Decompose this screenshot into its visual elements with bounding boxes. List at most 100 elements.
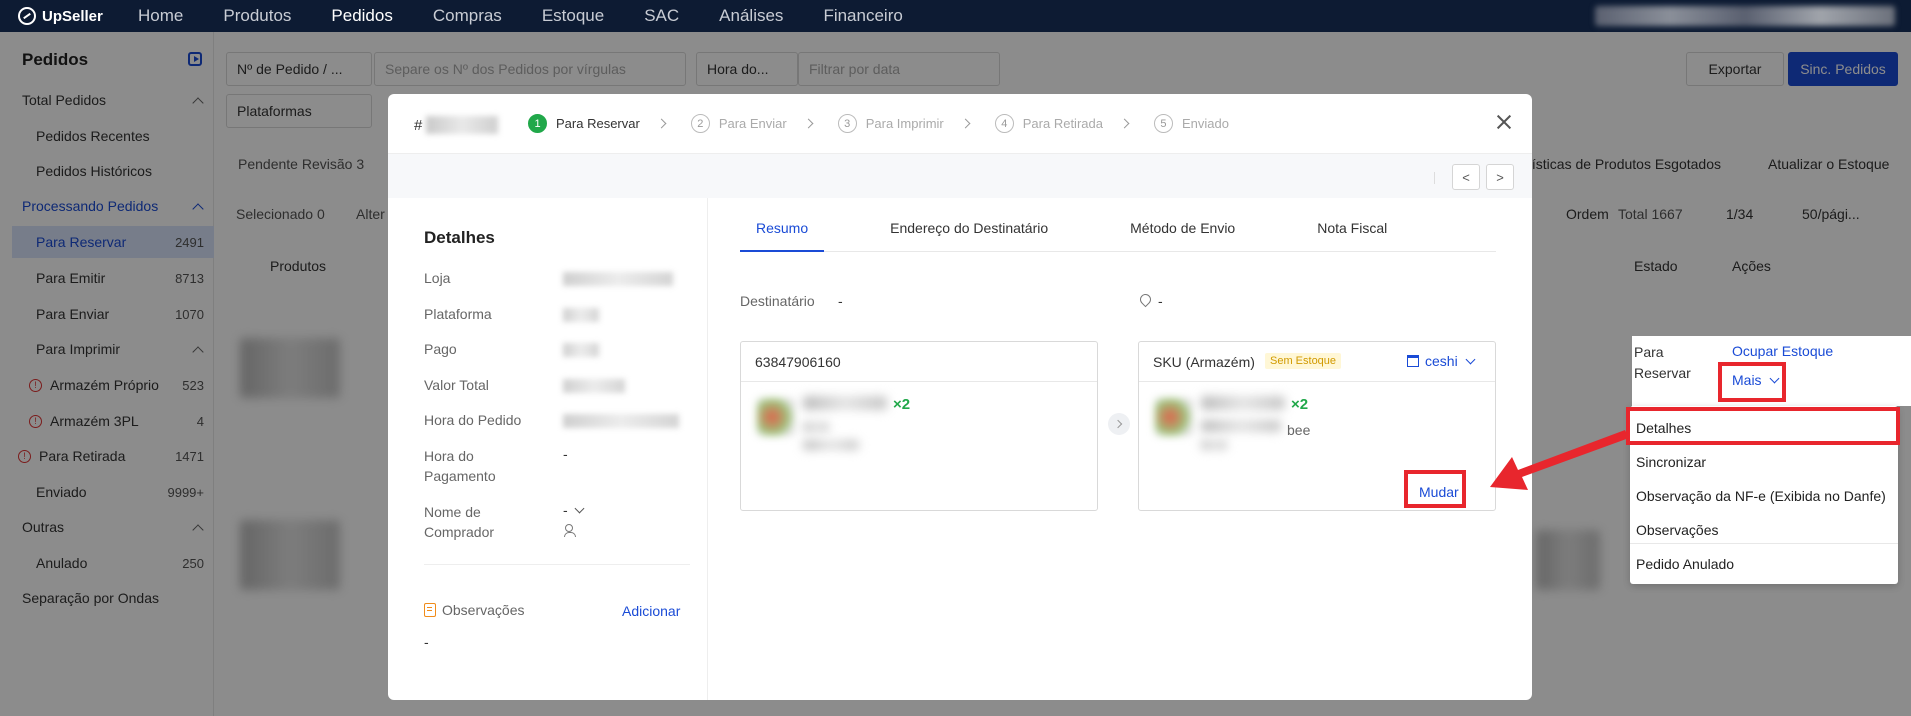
top-nav: UpSeller Home Produtos Pedidos Compras E… xyxy=(0,0,1911,32)
order-time-blurred xyxy=(563,414,679,428)
warehouse-icon xyxy=(1407,355,1419,367)
platform-value-blurred xyxy=(563,308,599,322)
tab-nota-fiscal[interactable]: Nota Fiscal xyxy=(1301,220,1403,252)
step-number: 2 xyxy=(690,114,710,133)
nav-produtos[interactable]: Produtos xyxy=(223,6,291,26)
buyer-name-label: Nome de Comprador xyxy=(424,504,495,540)
location-icon xyxy=(1137,291,1154,308)
nav-analises[interactable]: Análises xyxy=(719,6,783,26)
store-value-blurred xyxy=(563,272,673,286)
step-para-enviar: 2 Para Enviar xyxy=(690,114,787,133)
sku-variant-blurred xyxy=(1201,440,1227,450)
notes-text: Observações xyxy=(442,602,525,618)
nav-home[interactable]: Home xyxy=(138,6,183,26)
menu-divider xyxy=(1630,543,1898,544)
chevron-down-icon xyxy=(1465,354,1476,364)
highlight-change-button xyxy=(1404,470,1466,508)
chevron-right-icon xyxy=(656,118,667,129)
step-para-imprimir: 3 Para Imprimir xyxy=(837,114,944,133)
step-label: Para Reservar xyxy=(556,116,640,131)
step-para-reservar: 1 Para Reservar xyxy=(528,114,640,133)
account-area-blurred[interactable] xyxy=(1595,6,1895,26)
step-number: 5 xyxy=(1153,114,1173,133)
menu-item-sincronizar[interactable]: Sincronizar xyxy=(1636,454,1706,470)
tab-endereco[interactable]: Endereço do Destinatário xyxy=(874,220,1064,252)
tab-metodo-envio[interactable]: Método de Envio xyxy=(1114,220,1251,252)
close-icon[interactable] xyxy=(1496,114,1512,130)
modal-pager-bar xyxy=(388,154,1532,198)
notes-label: Observações xyxy=(424,602,524,618)
total-value-blurred xyxy=(563,379,625,393)
menu-item-obs-nfe[interactable]: Observação da NF-e (Exibida no Danfe) xyxy=(1636,488,1886,504)
menu-item-pedido-anulado[interactable]: Pedido Anulado xyxy=(1636,556,1734,572)
platform-item-id: 63847906160 xyxy=(741,342,1097,382)
step-number: 4 xyxy=(994,114,1014,133)
nav-pedidos[interactable]: Pedidos xyxy=(331,6,392,26)
product-variant-blurred xyxy=(803,422,829,432)
brand-name: UpSeller xyxy=(42,7,103,25)
warehouse-select[interactable]: ceshi xyxy=(1407,353,1476,369)
step-number: 1 xyxy=(528,114,547,133)
arrow-right-icon xyxy=(1108,413,1130,435)
details-pane: Detalhes Loja Plataforma Pago Valor Tota… xyxy=(388,198,708,700)
location-value: - xyxy=(1158,293,1163,309)
product-sku-blurred xyxy=(803,440,859,450)
note-icon xyxy=(424,603,436,617)
sku-code-blurred xyxy=(1201,420,1281,432)
order-time-label: Hora do Pedido xyxy=(424,412,522,428)
store-label: Loja xyxy=(424,270,451,286)
pager-divider xyxy=(1434,172,1435,184)
chevron-right-icon xyxy=(1119,118,1130,129)
notes-value: - xyxy=(424,634,429,650)
step-label: Enviado xyxy=(1181,116,1229,131)
next-order-button[interactable]: > xyxy=(1486,164,1514,190)
state-value: Para Reservar xyxy=(1634,344,1691,381)
modal-header: # 1 Para Reservar 2 Para Enviar 3 Para Impr… xyxy=(388,94,1532,154)
order-number-blurred xyxy=(426,116,499,134)
sku-image-blurred xyxy=(1155,398,1193,436)
logo-icon xyxy=(18,7,36,25)
payment-time-value: - xyxy=(563,446,568,462)
buyer-value: - xyxy=(563,502,568,518)
product-image-blurred xyxy=(757,398,795,436)
order-number: # xyxy=(414,116,499,134)
paid-label: Pago xyxy=(424,341,457,357)
prev-order-button[interactable]: < xyxy=(1452,164,1480,190)
nav-estoque[interactable]: Estoque xyxy=(542,6,604,26)
chevron-right-icon xyxy=(803,118,814,129)
step-enviado: 5 Enviado xyxy=(1153,114,1229,133)
step-label: Para Retirada xyxy=(1022,116,1103,131)
details-title: Detalhes xyxy=(424,228,495,247)
step-number: 3 xyxy=(837,114,857,133)
order-details-modal: # 1 Para Reservar 2 Para Enviar 3 Para Impr… xyxy=(388,94,1532,700)
warehouse-sku-title: SKU (Armazém) xyxy=(1153,353,1255,370)
platform-item-qty: ×2 xyxy=(893,396,911,413)
out-of-stock-badge: Sem Estoque xyxy=(1265,353,1342,369)
highlight-more-button xyxy=(1718,362,1786,402)
chevron-down-icon xyxy=(574,503,585,513)
add-note-link[interactable]: Adicionar xyxy=(622,603,680,619)
recipient-value: - xyxy=(838,293,843,309)
recipient-label: Destinatário xyxy=(740,293,815,309)
nav-compras[interactable]: Compras xyxy=(433,6,502,26)
chevron-right-icon xyxy=(960,118,971,129)
sku-name-blurred xyxy=(1201,396,1285,410)
occupy-stock-link[interactable]: Ocupar Estoque xyxy=(1732,343,1833,359)
state-cell: Para Reservar xyxy=(1632,336,1722,410)
details-divider xyxy=(424,564,690,565)
menu-item-observacoes[interactable]: Observações xyxy=(1636,522,1718,538)
tab-resumo[interactable]: Resumo xyxy=(740,220,825,252)
platform-label: Plataforma xyxy=(424,306,492,322)
total-value-label: Valor Total xyxy=(424,377,489,393)
nav-financeiro[interactable]: Financeiro xyxy=(823,6,902,26)
buyer-name-value[interactable]: - xyxy=(563,502,585,518)
brand-logo[interactable]: UpSeller xyxy=(18,7,138,25)
user-edit-icon[interactable] xyxy=(564,524,576,538)
warehouse-sku-qty: ×2 xyxy=(1291,396,1309,413)
warehouse-name: ceshi xyxy=(1425,353,1458,369)
step-para-retirada: 4 Para Retirada xyxy=(994,114,1103,133)
platform-item-box: 63847906160 ×2 xyxy=(740,341,1098,511)
paid-value-blurred xyxy=(563,343,599,357)
order-number-prefix: # xyxy=(414,116,423,134)
nav-sac[interactable]: SAC xyxy=(644,6,679,26)
